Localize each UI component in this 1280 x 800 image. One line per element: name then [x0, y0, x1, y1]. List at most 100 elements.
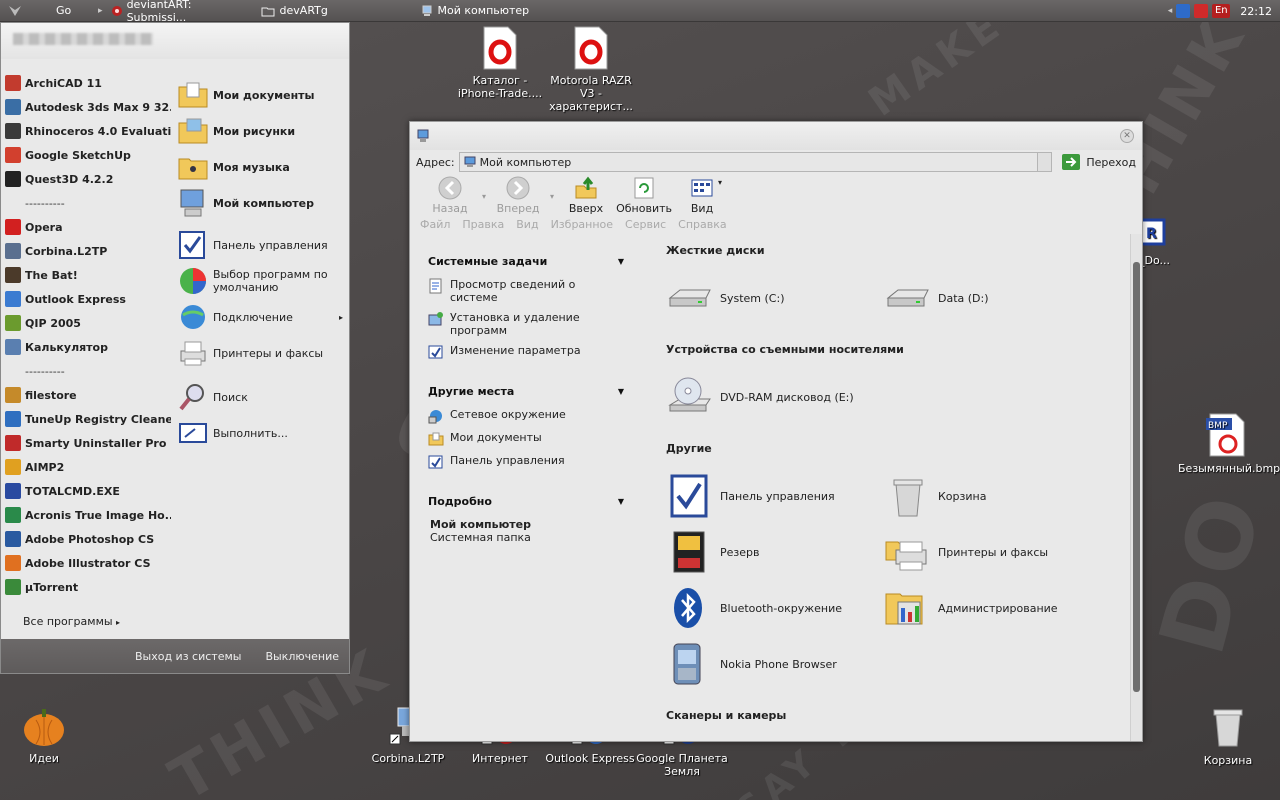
program-icon: [5, 75, 21, 91]
start-program-item[interactable]: The Bat!: [1, 263, 171, 287]
start-program-item[interactable]: TOTALCMD.EXE: [1, 479, 171, 503]
start-program-item[interactable]: Smarty Uninstaller Pro ...: [1, 431, 171, 455]
logoff-button[interactable]: Выход из системы: [135, 650, 241, 663]
task-view-system-info[interactable]: Просмотр сведений о системе: [428, 278, 624, 304]
view-button[interactable]: Вид ▾: [676, 176, 728, 215]
drive-c[interactable]: System (C:): [666, 274, 785, 322]
control-panel-icon: [179, 231, 205, 259]
start-program-item[interactable]: filestore: [1, 383, 171, 407]
details-name: Мой компьютер: [430, 518, 532, 531]
up-button[interactable]: Вверх: [560, 176, 612, 215]
start-my-computer[interactable]: Мой компьютер: [173, 185, 349, 221]
start-program-item[interactable]: Google SketchUp: [1, 143, 171, 167]
start-program-item[interactable]: Outlook Express: [1, 287, 171, 311]
start-logo-icon: [9, 5, 21, 16]
start-run[interactable]: Выполнить...: [173, 415, 349, 451]
other-places-header[interactable]: Другие места ▼: [428, 382, 624, 400]
window-titlebar[interactable]: ✕: [410, 122, 1142, 150]
desktop-icon-motorola[interactable]: Motorola RAZR V3 - характерист...: [543, 26, 639, 113]
start-program-item[interactable]: Adobe Illustrator CS: [1, 551, 171, 575]
close-button[interactable]: ✕: [1120, 129, 1134, 143]
desktop-icon-catalog[interactable]: Каталог - iPhone-Trade....: [452, 26, 548, 100]
network-icon[interactable]: [1176, 4, 1191, 18]
task-change-setting[interactable]: Изменение параметра: [428, 344, 624, 360]
menu-tools[interactable]: Сервис: [625, 218, 666, 236]
menu-view[interactable]: Вид: [516, 218, 538, 236]
start-program-item[interactable]: Калькулятор: [1, 335, 171, 359]
recycle-bin-icon: [1213, 709, 1243, 747]
clock[interactable]: 22:12: [1240, 5, 1272, 18]
start-program-item[interactable]: Corbina.L2TP: [1, 239, 171, 263]
start-search[interactable]: Поиск: [173, 379, 349, 415]
start-program-item[interactable]: Adobe Photoshop CS: [1, 527, 171, 551]
details-header[interactable]: Подробно ▼: [428, 492, 624, 510]
forward-button[interactable]: Вперед: [492, 176, 544, 215]
opera-document-icon: [483, 26, 517, 70]
go-button[interactable]: Переход: [1062, 154, 1136, 170]
shutdown-button[interactable]: Выключение: [265, 650, 339, 663]
program-icon: [5, 435, 21, 451]
go-menu[interactable]: Go: [48, 0, 98, 22]
back-dropdown-icon[interactable]: ▾: [482, 192, 486, 201]
item-nokia-browser[interactable]: Nokia Phone Browser: [666, 640, 837, 688]
drive-d[interactable]: Data (D:): [884, 274, 989, 322]
task-button-mycomputer[interactable]: Мой компьютер: [413, 0, 573, 22]
menu-file[interactable]: Файл: [420, 218, 450, 236]
start-program-item[interactable]: AIMP2: [1, 455, 171, 479]
language-indicator[interactable]: En: [1212, 4, 1231, 18]
desktop-icon-ideas[interactable]: Идеи: [0, 706, 92, 765]
details-description: Системная папка: [430, 531, 531, 544]
task-add-remove-programs[interactable]: Установка и удаление программ: [428, 311, 624, 337]
start-button[interactable]: [0, 0, 48, 22]
place-my-documents[interactable]: Мои документы: [428, 431, 624, 447]
start-program-item[interactable]: Acronis True Image Ho...: [1, 503, 171, 527]
address-dropdown-button[interactable]: [1037, 153, 1052, 171]
start-program-item[interactable]: Rhinoceros 4.0 Evaluati...: [1, 119, 171, 143]
start-default-programs[interactable]: Выбор программ по умолчанию: [173, 263, 349, 299]
start-printers[interactable]: Принтеры и факсы: [173, 335, 349, 371]
start-program-item[interactable]: Opera: [1, 215, 171, 239]
item-bluetooth[interactable]: Bluetooth-окружение: [666, 584, 842, 632]
start-my-documents[interactable]: Мои документы: [173, 77, 349, 113]
item-control-panel[interactable]: Панель управления: [666, 472, 835, 520]
arrow-right-icon: ▸: [116, 618, 121, 627]
scrollbar-thumb[interactable]: [1133, 262, 1140, 692]
address-input[interactable]: Мой компьютер: [458, 152, 1053, 172]
start-program-item[interactable]: µTorrent: [1, 575, 171, 599]
desktop-icon-bmp[interactable]: BMP Безымянный.bmp: [1178, 412, 1280, 475]
item-printers[interactable]: Принтеры и факсы: [884, 528, 1048, 576]
start-control-panel[interactable]: Панель управления: [173, 227, 349, 263]
start-program-item[interactable]: Autodesk 3ds Max 9 32...: [1, 95, 171, 119]
vertical-scrollbar[interactable]: [1130, 234, 1142, 741]
start-program-item[interactable]: ArchiCAD 11: [1, 71, 171, 95]
kaspersky-icon[interactable]: [1194, 4, 1209, 18]
tray-chevron-icon[interactable]: ◂: [1168, 6, 1173, 16]
task-button-deviantart[interactable]: deviantART: Submissi...: [103, 0, 253, 24]
all-programs-button[interactable]: Все программы ▸: [23, 615, 120, 628]
view-icon: [691, 179, 713, 197]
place-control-panel[interactable]: Панель управления: [428, 454, 624, 470]
start-program-item[interactable]: TuneUp Registry Cleaner: [1, 407, 171, 431]
refresh-button[interactable]: Обновить: [616, 176, 672, 215]
start-my-music[interactable]: Моя музыка: [173, 149, 349, 185]
place-network[interactable]: Сетевое окружение: [428, 408, 624, 424]
start-connection[interactable]: Подключение ▸: [173, 299, 349, 335]
item-recycle-bin[interactable]: Корзина: [884, 472, 986, 520]
system-tasks-header[interactable]: Системные задачи ▼: [428, 252, 624, 270]
drive-dvd[interactable]: DVD-RAM дисковод (E:): [666, 373, 854, 421]
start-program-item[interactable]: Quest3D 4.2.2: [1, 167, 171, 191]
forward-dropdown-icon[interactable]: ▾: [550, 192, 554, 201]
item-backup[interactable]: Резерв: [666, 528, 759, 576]
menu-edit[interactable]: Правка: [462, 218, 504, 236]
start-program-item[interactable]: QIP 2005: [1, 311, 171, 335]
folder-pictures-icon: [178, 118, 208, 144]
item-administration[interactable]: Администрирование: [884, 584, 1058, 632]
menu-favorites[interactable]: Избранное: [551, 218, 613, 236]
desktop-icon-recycle[interactable]: Корзина: [1180, 704, 1276, 767]
menu-help[interactable]: Справка: [678, 218, 726, 236]
back-button[interactable]: Назад: [424, 176, 476, 215]
add-remove-icon: [428, 312, 443, 326]
start-my-pictures[interactable]: Мои рисунки: [173, 113, 349, 149]
task-button-devartg[interactable]: devARTg: [253, 0, 413, 22]
folder-up-icon: [575, 176, 597, 199]
